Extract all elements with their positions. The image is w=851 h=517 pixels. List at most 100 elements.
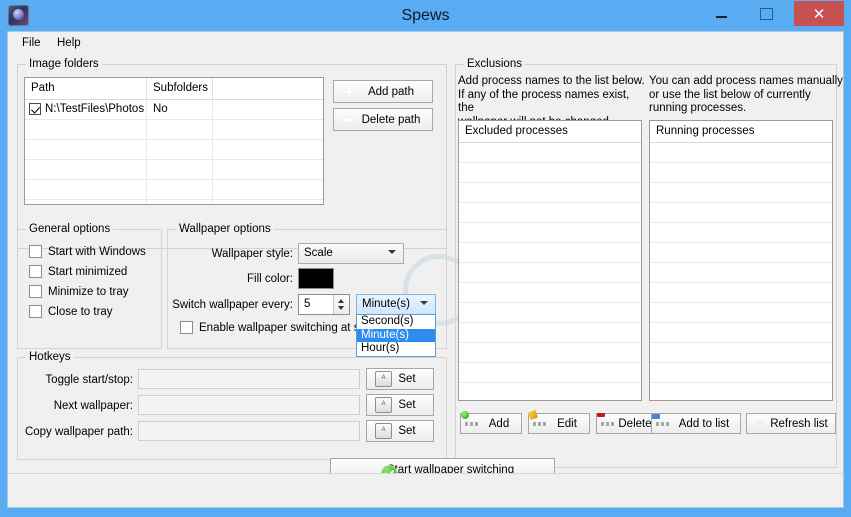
list-item-empty[interactable]: [650, 303, 832, 323]
list-item-empty[interactable]: [650, 263, 832, 283]
list-item-empty[interactable]: [650, 283, 832, 303]
minus-circle-icon: [342, 113, 356, 127]
checkbox-box[interactable]: [29, 285, 42, 298]
hotkey-set-label: Set: [398, 373, 416, 385]
hotkey-input-toggle[interactable]: [138, 369, 360, 389]
checkbox-box[interactable]: [29, 305, 42, 318]
add-path-label: Add path: [367, 85, 415, 98]
running-processes-list[interactable]: Running processes: [649, 120, 833, 401]
table-row-empty[interactable]: [25, 120, 323, 140]
column-header-running-processes[interactable]: Running processes: [650, 121, 832, 142]
row-checkbox[interactable]: [29, 103, 41, 115]
wallpaper-options-title: Wallpaper options: [176, 223, 274, 235]
add-to-list-button[interactable]: Add to list: [651, 413, 741, 434]
gear-arrow-icon: [652, 413, 671, 431]
time-unit-select[interactable]: Minute(s): [356, 294, 436, 315]
close-button[interactable]: ✕: [794, 1, 844, 26]
list-item-empty[interactable]: [459, 243, 641, 263]
hotkey-set-button-copy-path[interactable]: A Set: [366, 420, 434, 442]
list-item-empty[interactable]: [459, 343, 641, 363]
hotkey-input-copy-path[interactable]: [138, 421, 360, 441]
dropdown-option-seconds[interactable]: Second(s): [357, 315, 435, 329]
checkbox-label: Minimize to tray: [48, 286, 129, 298]
grid-header-row: Excluded processes: [459, 121, 641, 143]
minimize-button[interactable]: [699, 1, 744, 26]
checkbox-box[interactable]: [29, 265, 42, 278]
keyboard-key-icon: A: [375, 423, 392, 439]
checkbox-label: Start with Windows: [48, 246, 146, 258]
list-item-empty[interactable]: [459, 143, 641, 163]
list-item-empty[interactable]: [650, 223, 832, 243]
list-item-empty[interactable]: [459, 203, 641, 223]
table-row-empty[interactable]: [25, 180, 323, 200]
switch-interval-input[interactable]: 5: [298, 294, 350, 315]
switch-interval-value: 5: [304, 298, 311, 310]
quantity-stepper[interactable]: [333, 295, 349, 314]
exclusions-add-button[interactable]: Add: [460, 410, 522, 434]
list-item-empty[interactable]: [650, 203, 832, 223]
list-item-empty[interactable]: [650, 363, 832, 383]
checkbox-box[interactable]: [180, 321, 193, 334]
time-unit-dropdown[interactable]: Second(s) Minute(s) Hour(s): [356, 314, 436, 357]
exclusions-delete-button[interactable]: Delete: [596, 412, 658, 434]
column-header-excluded-processes[interactable]: Excluded processes: [459, 121, 641, 142]
plus-circle-icon: [342, 85, 356, 99]
list-item-empty[interactable]: [650, 243, 832, 263]
hotkeys-title: Hotkeys: [26, 351, 74, 363]
list-item-empty[interactable]: [459, 323, 641, 343]
excluded-processes-list[interactable]: Excluded processes: [458, 120, 642, 401]
hotkey-set-button-next[interactable]: A Set: [366, 394, 434, 416]
checkbox-box[interactable]: [29, 245, 42, 258]
list-item-empty[interactable]: [459, 363, 641, 383]
list-item-empty[interactable]: [459, 223, 641, 243]
image-folders-title: Image folders: [26, 58, 102, 70]
hotkey-label-toggle: Toggle start/stop:: [45, 374, 133, 386]
switch-every-label: Switch wallpaper every:: [172, 299, 293, 311]
list-item-empty[interactable]: [650, 343, 832, 363]
menu-item-file[interactable]: File: [16, 35, 47, 51]
time-unit-value: Minute(s): [362, 298, 410, 310]
refresh-icon: [752, 417, 766, 431]
add-path-button[interactable]: Add path: [333, 80, 433, 103]
wallpaper-style-select[interactable]: Scale: [298, 243, 404, 264]
stepper-up-icon[interactable]: [338, 299, 344, 303]
stepper-down-icon[interactable]: [338, 306, 344, 310]
dropdown-option-hours[interactable]: Hour(s): [357, 342, 435, 356]
list-item-empty[interactable]: [650, 183, 832, 203]
list-item-empty[interactable]: [459, 183, 641, 203]
exclusions-right-help: You can add process names manually or us…: [649, 75, 843, 114]
table-row-empty[interactable]: [25, 160, 323, 180]
exclusions-edit-button[interactable]: Edit: [527, 409, 590, 434]
list-item-empty[interactable]: [459, 163, 641, 183]
maximize-button[interactable]: [744, 1, 789, 26]
list-item-empty[interactable]: [459, 303, 641, 323]
list-item-empty[interactable]: [650, 323, 832, 343]
table-row-empty[interactable]: [25, 200, 323, 204]
table-row[interactable]: N:\TestFiles\Photos No: [25, 100, 323, 120]
table-row-empty[interactable]: [25, 140, 323, 160]
image-folders-grid[interactable]: Path Subfolders N:\TestFiles\Photos No: [24, 77, 324, 205]
list-item-empty[interactable]: [650, 163, 832, 183]
delete-path-button[interactable]: Delete path: [333, 108, 433, 131]
list-item-empty[interactable]: [459, 283, 641, 303]
column-header-subfolders[interactable]: Subfolders: [147, 78, 213, 99]
column-header-path[interactable]: Path: [25, 78, 147, 99]
client-area: File Help napFiles Image folders Path Su…: [7, 31, 844, 508]
checkbox-label: Close to tray: [48, 306, 113, 318]
cell-subfolders: No: [147, 100, 213, 119]
list-item-empty[interactable]: [650, 383, 832, 400]
fill-color-swatch[interactable]: [298, 268, 334, 289]
exclusions-add-label: Add: [488, 417, 510, 430]
list-item-empty[interactable]: [459, 263, 641, 283]
column-header-blank[interactable]: [213, 78, 323, 99]
hotkey-input-next[interactable]: [138, 395, 360, 415]
gear-add-icon: [461, 410, 480, 431]
cell-path: N:\TestFiles\Photos: [25, 100, 147, 119]
refresh-list-button[interactable]: Refresh list: [746, 413, 836, 434]
menu-item-help[interactable]: Help: [51, 35, 87, 51]
grid-header-row: Path Subfolders: [25, 78, 323, 100]
hotkey-set-button-toggle[interactable]: A Set: [366, 368, 434, 390]
list-item-empty[interactable]: [650, 143, 832, 163]
dropdown-option-minutes[interactable]: Minute(s): [357, 328, 435, 343]
list-item-empty[interactable]: [459, 383, 641, 400]
